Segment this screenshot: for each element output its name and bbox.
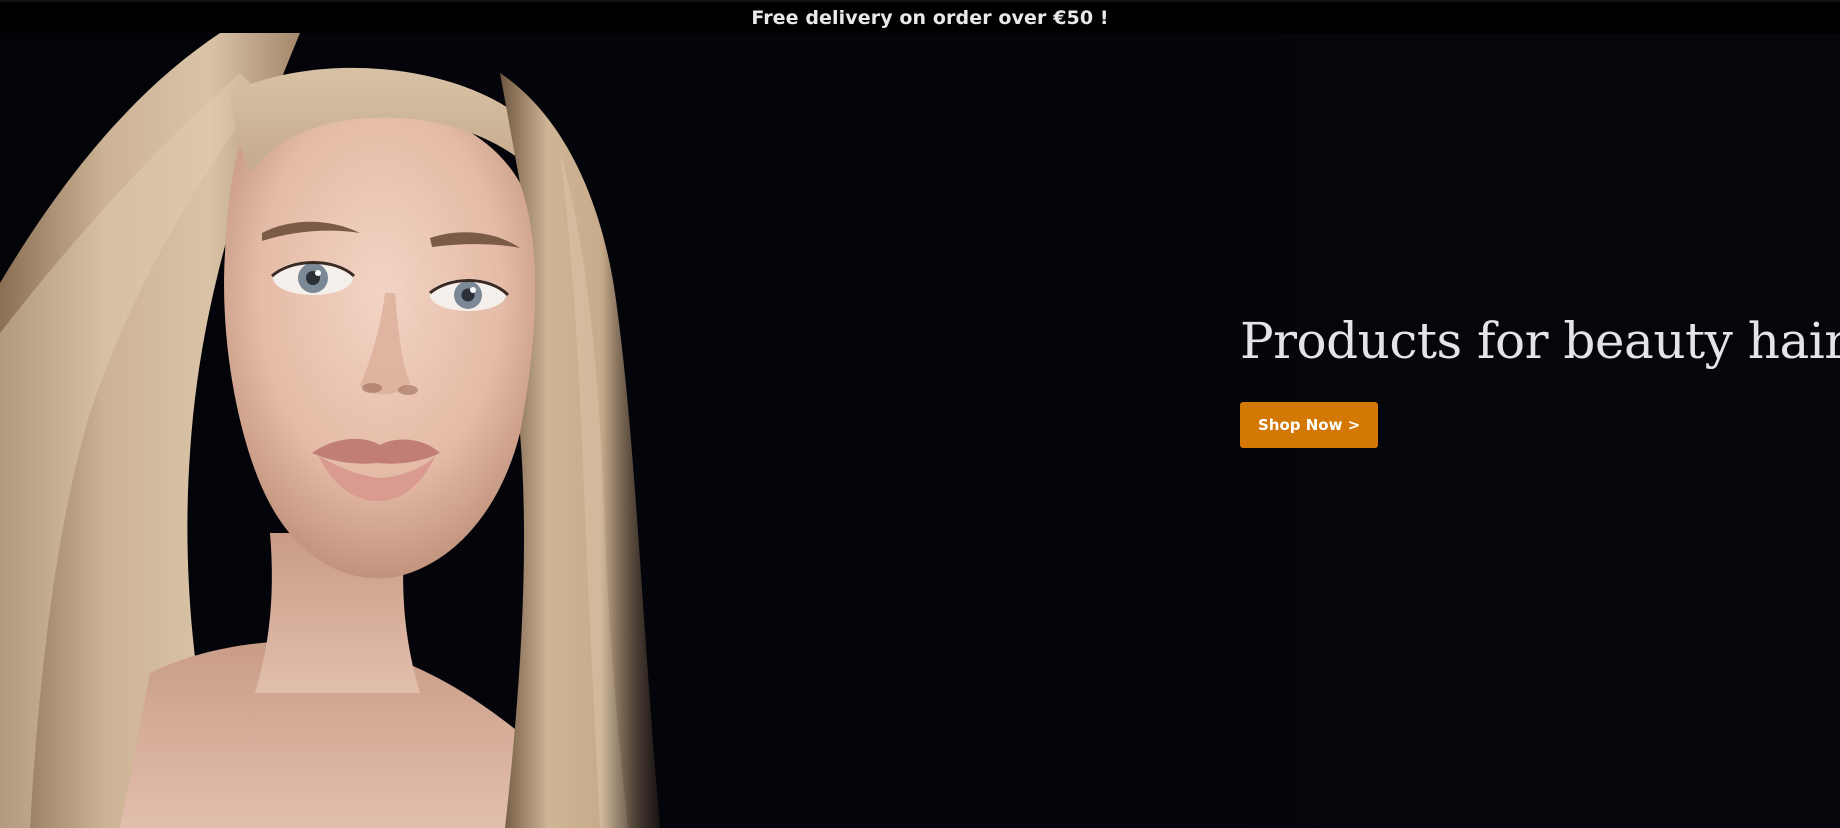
hero-title: Products for beauty hair (1240, 312, 1840, 370)
announcement-text: Free delivery on order over €50 ! (751, 6, 1109, 29)
hero-banner: Products for beauty hair Shop Now > (0, 33, 1840, 828)
hero-image (0, 33, 680, 828)
page: Free delivery on order over €50 ! Produc… (0, 0, 1840, 828)
shop-now-button[interactable]: Shop Now > (1240, 401, 1379, 448)
hero-copy: Products for beauty hair Shop Now > (1240, 312, 1840, 448)
announcement-bar: Free delivery on order over €50 ! (0, 0, 1840, 33)
